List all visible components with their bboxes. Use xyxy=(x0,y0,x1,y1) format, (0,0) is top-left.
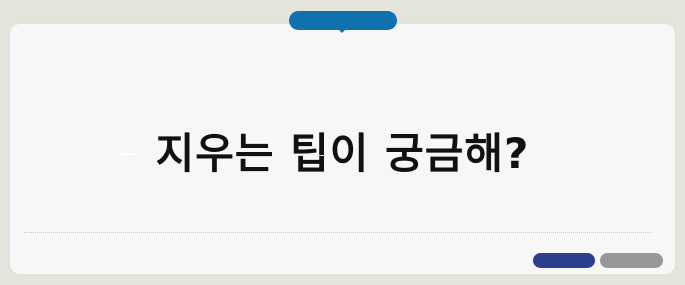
top-tab-pill xyxy=(289,11,397,30)
primary-button[interactable] xyxy=(533,253,595,268)
banner-title: 지우는 팁이 궁금해? xyxy=(155,129,530,178)
dotted-divider xyxy=(24,232,652,233)
title-container: 지우는 팁이 궁금해? xyxy=(0,128,685,180)
top-tab-pointer xyxy=(338,29,346,33)
secondary-button[interactable] xyxy=(600,253,663,268)
